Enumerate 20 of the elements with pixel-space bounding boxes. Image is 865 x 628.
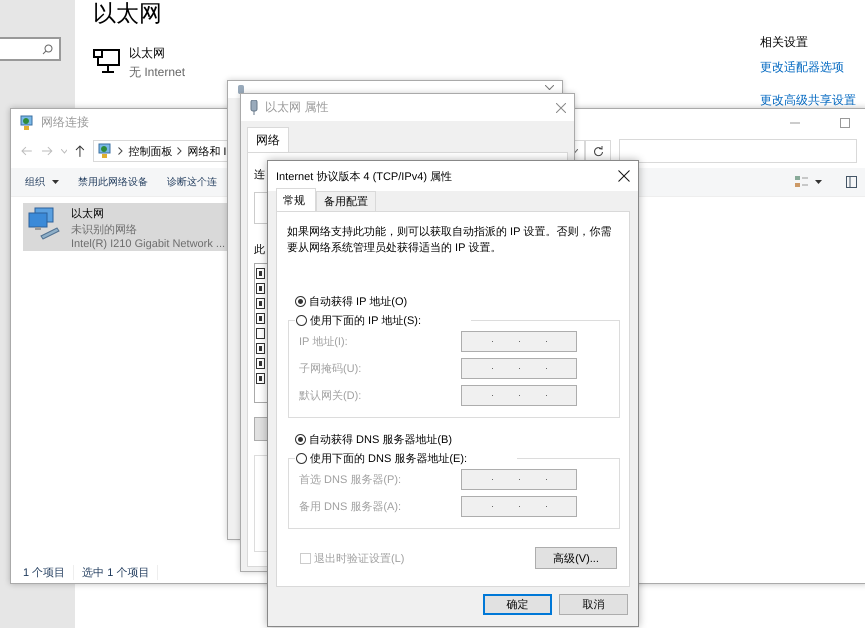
- connection-status: 无 Internet: [129, 64, 186, 81]
- field-label: IP 地址(I):: [299, 335, 349, 349]
- field-label: 默认网关(D):: [299, 388, 362, 403]
- field-label: 首选 DNS 服务器(P):: [299, 473, 402, 487]
- related-settings-heading: 相关设置: [760, 34, 809, 51]
- description-text: 如果网络支持此功能，则可以获取自动指派的 IP 设置。否则，你需要从网络系统管理员处获得适当的 IP 设置。: [287, 225, 612, 256]
- field-label: 备用 DNS 服务器(A):: [299, 500, 402, 514]
- connect-using-label: 连: [254, 168, 265, 182]
- connection-name: 以太网: [129, 45, 166, 62]
- window-title: 网络连接: [41, 114, 89, 131]
- adapter-device: Intel(R) I210 Gigabit Network ...: [71, 238, 226, 250]
- status-bar-text: 1 个项目: [23, 564, 74, 580]
- page-title: 以太网: [93, 0, 163, 28]
- status-bar-text: 选中 1 个项目: [82, 564, 158, 580]
- adapter-name: 以太网: [71, 207, 105, 221]
- window-title: Internet 协议版本 4 (TCP/IPv4) 属性: [276, 170, 452, 184]
- adapter-status: 未识别的网络: [71, 223, 138, 237]
- field-label: 子网掩码(U):: [299, 362, 362, 376]
- components-label: 此: [254, 243, 265, 257]
- window-title: 以太网 属性: [265, 99, 328, 116]
